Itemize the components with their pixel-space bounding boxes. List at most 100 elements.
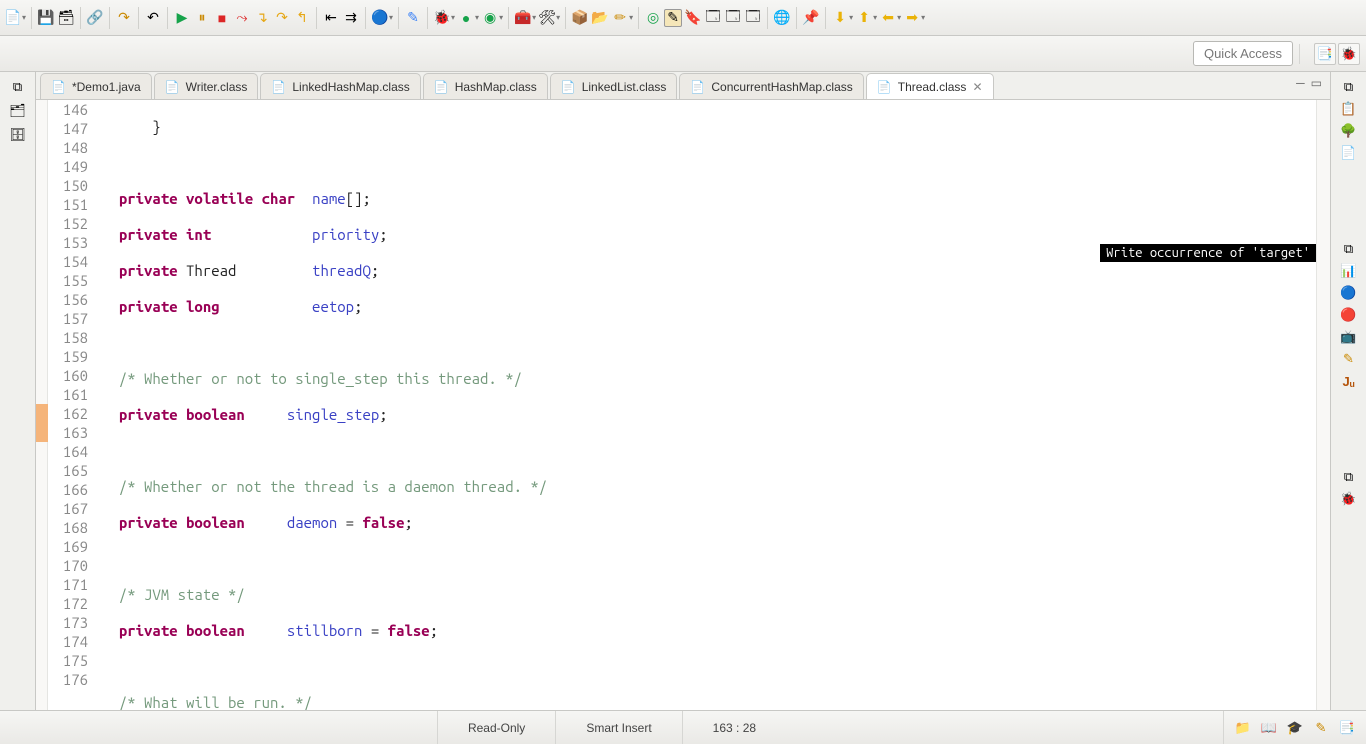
restore-icon[interactable]: ⧉	[1340, 78, 1358, 96]
code-line: /* What will be run. */	[94, 693, 1316, 710]
overview-ruler[interactable]	[1316, 100, 1330, 710]
status-bar: Read-Only Smart Insert 163 : 28 📁 📖 🎓 ✎ …	[0, 710, 1366, 744]
arrow-down-icon[interactable]: ⬇	[831, 9, 849, 27]
forward-icon[interactable]: ➡	[903, 9, 921, 27]
code-line: private boolean stillborn = false;	[94, 621, 1316, 640]
toggle-mark-icon[interactable]: ✎	[664, 9, 682, 27]
step-return-icon[interactable]: ↰	[293, 9, 311, 27]
code-line	[94, 441, 1316, 460]
disconnect-icon[interactable]: ⤳	[233, 9, 251, 27]
terminate-icon[interactable]: ■	[213, 9, 231, 27]
line-number-gutter: 1461471481491501511521531541551561571581…	[48, 100, 94, 710]
tab-linkedlist[interactable]: 📄LinkedList.class	[550, 73, 678, 99]
undo-icon[interactable]: ↶	[144, 9, 162, 27]
arrow-up-icon[interactable]: ⬆	[855, 9, 873, 27]
save-icon[interactable]: 💾	[37, 9, 55, 27]
code-line: /* JVM state */	[94, 585, 1316, 604]
status-icon[interactable]: ✎	[1312, 719, 1330, 737]
tasks-icon[interactable]: 📄	[1340, 144, 1358, 162]
new-package-icon[interactable]: 📦	[571, 9, 589, 27]
perspective-debug-icon[interactable]: 🐞	[1338, 43, 1360, 65]
code-line: private boolean daemon = false;	[94, 513, 1316, 532]
drop-frame-icon[interactable]: ⇤	[322, 9, 340, 27]
breakpoints-view-icon[interactable]: 🔵	[1340, 284, 1358, 302]
occurrence-marker[interactable]	[36, 404, 48, 423]
tab-demo1[interactable]: 📄*Demo1.java	[40, 73, 152, 99]
status-icon[interactable]: 🎓	[1286, 719, 1304, 737]
tab-thread[interactable]: 📄Thread.class✕	[866, 73, 994, 99]
tab-linkedhashmap[interactable]: 📄LinkedHashMap.class	[260, 73, 420, 99]
quick-access-button[interactable]: Quick Access	[1193, 41, 1293, 66]
outline-icon[interactable]: 📋	[1340, 100, 1358, 118]
console-icon[interactable]: 📺	[1340, 328, 1358, 346]
package-explorer-icon[interactable]: 🗂	[9, 102, 27, 120]
tab-writer[interactable]: 📄Writer.class	[154, 73, 259, 99]
pin-icon[interactable]: 📌	[802, 9, 820, 27]
window-3-icon[interactable]: 🗔	[744, 9, 762, 27]
window-1-icon[interactable]: 🗔	[704, 9, 722, 27]
class-file-icon: 📄	[271, 80, 286, 94]
minimize-icon[interactable]: ─	[1296, 76, 1305, 90]
bug-icon[interactable]: 🐞	[433, 9, 451, 27]
maximize-icon[interactable]: ▭	[1311, 76, 1322, 90]
editor-pane: 📄*Demo1.java 📄Writer.class 📄LinkedHashMa…	[36, 72, 1330, 710]
tab-hashmap[interactable]: 📄HashMap.class	[423, 73, 548, 99]
status-insert: Smart Insert	[555, 711, 681, 744]
status-position: 163 : 28	[682, 711, 786, 744]
annotation-ruler[interactable]	[36, 100, 48, 710]
junit-icon[interactable]: Jᵤ	[1340, 372, 1358, 390]
run-icon[interactable]: ●	[457, 9, 475, 27]
new-dropdown-icon[interactable]: ▾	[22, 13, 26, 22]
editor-body[interactable]: 1461471481491501511521531541551561571581…	[36, 100, 1330, 710]
new-type-icon[interactable]: ✏	[611, 9, 629, 27]
suspend-icon[interactable]: ⏸	[193, 9, 211, 27]
navigator-icon[interactable]: 🗄	[9, 126, 27, 144]
restore-icon[interactable]: ⧉	[1340, 468, 1358, 486]
debug-skip-icon[interactable]: ↷	[115, 9, 133, 27]
resume-icon[interactable]: ▶	[173, 9, 191, 27]
debug-view-icon[interactable]: 🐞	[1340, 490, 1358, 508]
left-trim: ⧉ 🗂 🗄	[0, 72, 36, 710]
breakpoint-type-icon[interactable]: 🔵	[371, 9, 389, 27]
java-file-icon: 📄	[51, 80, 66, 94]
step-over-icon[interactable]: ↷	[273, 9, 291, 27]
code-line	[94, 549, 1316, 568]
tab-concurrenthashmap[interactable]: 📄ConcurrentHashMap.class	[679, 73, 863, 99]
class-file-icon: 📄	[434, 80, 449, 94]
class-file-icon: 📄	[165, 80, 180, 94]
type-hierarchy-icon[interactable]: 🌳	[1340, 122, 1358, 140]
occurrence-marker[interactable]	[36, 423, 48, 442]
step-into-icon[interactable]: ↴	[253, 9, 271, 27]
link-icon[interactable]: 🔗	[86, 9, 104, 27]
occurrence-tooltip: Write occurrence of 'target'	[1100, 244, 1316, 262]
status-icon[interactable]: 📑	[1338, 719, 1356, 737]
step-filters-icon[interactable]: ⇉	[342, 9, 360, 27]
variables-icon[interactable]: 📊	[1340, 262, 1358, 280]
build-icon[interactable]: 🛠	[538, 9, 556, 27]
right-trim: ⧉ 📋 🌳 📄 ⧉ 📊 🔵 🔴 📺 ✎ Jᵤ ⧉ 🐞	[1330, 72, 1366, 710]
status-mode: Read-Only	[437, 711, 555, 744]
class-file-icon: 📄	[690, 80, 705, 94]
status-icon[interactable]: 📖	[1260, 719, 1278, 737]
perspective-java-icon[interactable]: 📑	[1314, 43, 1336, 65]
expressions-icon[interactable]: 🔴	[1340, 306, 1358, 324]
quick-access-bar: Quick Access 📑 🐞	[0, 36, 1366, 72]
status-icon[interactable]: 📁	[1234, 719, 1252, 737]
new-icon[interactable]: 📄	[4, 9, 22, 27]
globe-icon[interactable]: 🌐	[773, 9, 791, 27]
wand-icon[interactable]: ✎	[404, 9, 422, 27]
task-icon[interactable]: 🔖	[684, 9, 702, 27]
code-line	[94, 657, 1316, 676]
close-icon[interactable]: ✕	[972, 80, 982, 94]
restore-icon[interactable]: ⧉	[1340, 240, 1358, 258]
source-code[interactable]: } private volatile char name[]; private …	[94, 100, 1316, 710]
new-class-icon[interactable]: 📂	[591, 9, 609, 27]
window-2-icon[interactable]: 🗔	[724, 9, 742, 27]
coverage-icon[interactable]: ◉	[481, 9, 499, 27]
save-all-icon[interactable]: 🗃	[57, 9, 75, 27]
open-type-icon[interactable]: ◎	[644, 9, 662, 27]
external-tools-icon[interactable]: 🧰	[514, 9, 532, 27]
back-icon[interactable]: ⬅	[879, 9, 897, 27]
restore-icon[interactable]: ⧉	[9, 78, 27, 96]
edit-icon[interactable]: ✎	[1340, 350, 1358, 368]
